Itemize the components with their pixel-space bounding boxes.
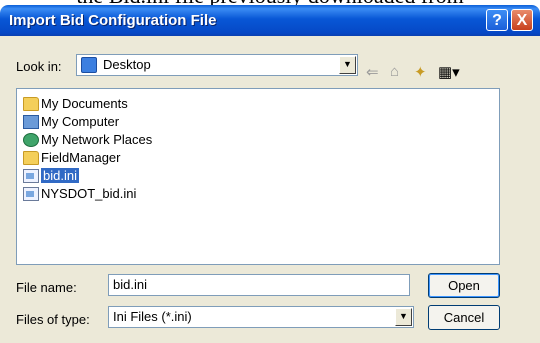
look-in-label: Look in: xyxy=(16,59,62,74)
help-button[interactable]: ? xyxy=(486,9,508,31)
chevron-down-icon[interactable]: ▼ xyxy=(339,56,356,74)
back-icon[interactable]: ⇐ xyxy=(366,63,379,81)
import-bid-dialog: Import Bid Configuration File ? X Look i… xyxy=(0,5,540,343)
list-item-label: FieldManager xyxy=(41,150,121,165)
files-of-type-label: Files of type: xyxy=(16,312,90,327)
list-item[interactable]: FieldManager xyxy=(23,149,121,166)
files-of-type-dropdown[interactable]: Ini Files (*.ini) ▼ xyxy=(108,306,414,328)
computer-icon xyxy=(23,114,39,129)
list-item[interactable]: My Network Places xyxy=(23,131,152,148)
close-button[interactable]: X xyxy=(511,9,533,31)
files-of-type-value: Ini Files (*.ini) xyxy=(113,309,192,324)
folder-icon xyxy=(23,96,39,111)
dialog-title: Import Bid Configuration File xyxy=(9,12,217,29)
views-menu-icon[interactable]: ▦▾ xyxy=(438,63,460,81)
list-item[interactable]: My Documents xyxy=(23,95,128,112)
folder-icon xyxy=(23,150,39,165)
list-item-label: My Network Places xyxy=(41,132,153,147)
file-name-label: File name: xyxy=(16,280,77,295)
list-item[interactable]: My Computer xyxy=(23,113,119,130)
list-item-selected[interactable]: bid.ini xyxy=(23,167,79,184)
list-item-label: My Computer xyxy=(41,114,120,129)
list-item-label: My Documents xyxy=(41,96,128,111)
list-item[interactable]: NYSDOT_bid.ini xyxy=(23,185,136,202)
ini-file-icon xyxy=(23,186,39,201)
file-list[interactable]: My Documents My Computer My Network Plac… xyxy=(16,88,500,265)
look-in-dropdown[interactable]: Desktop ▼ xyxy=(76,54,358,76)
new-folder-icon[interactable]: ✦ xyxy=(414,63,427,81)
list-item-label: bid.ini xyxy=(41,168,79,183)
list-item-label: NYSDOT_bid.ini xyxy=(41,186,137,201)
open-button[interactable]: Open xyxy=(428,273,500,298)
up-folder-icon[interactable]: ⌂ xyxy=(390,63,399,80)
desktop-icon xyxy=(81,57,97,73)
chevron-down-icon[interactable]: ▼ xyxy=(395,308,412,326)
look-in-value: Desktop xyxy=(103,57,151,72)
file-name-input[interactable]: bid.ini xyxy=(108,274,410,296)
title-bar[interactable]: Import Bid Configuration File ? X xyxy=(0,5,540,36)
ini-file-icon xyxy=(23,168,39,183)
network-places-icon xyxy=(23,132,39,147)
cancel-button[interactable]: Cancel xyxy=(428,305,500,330)
